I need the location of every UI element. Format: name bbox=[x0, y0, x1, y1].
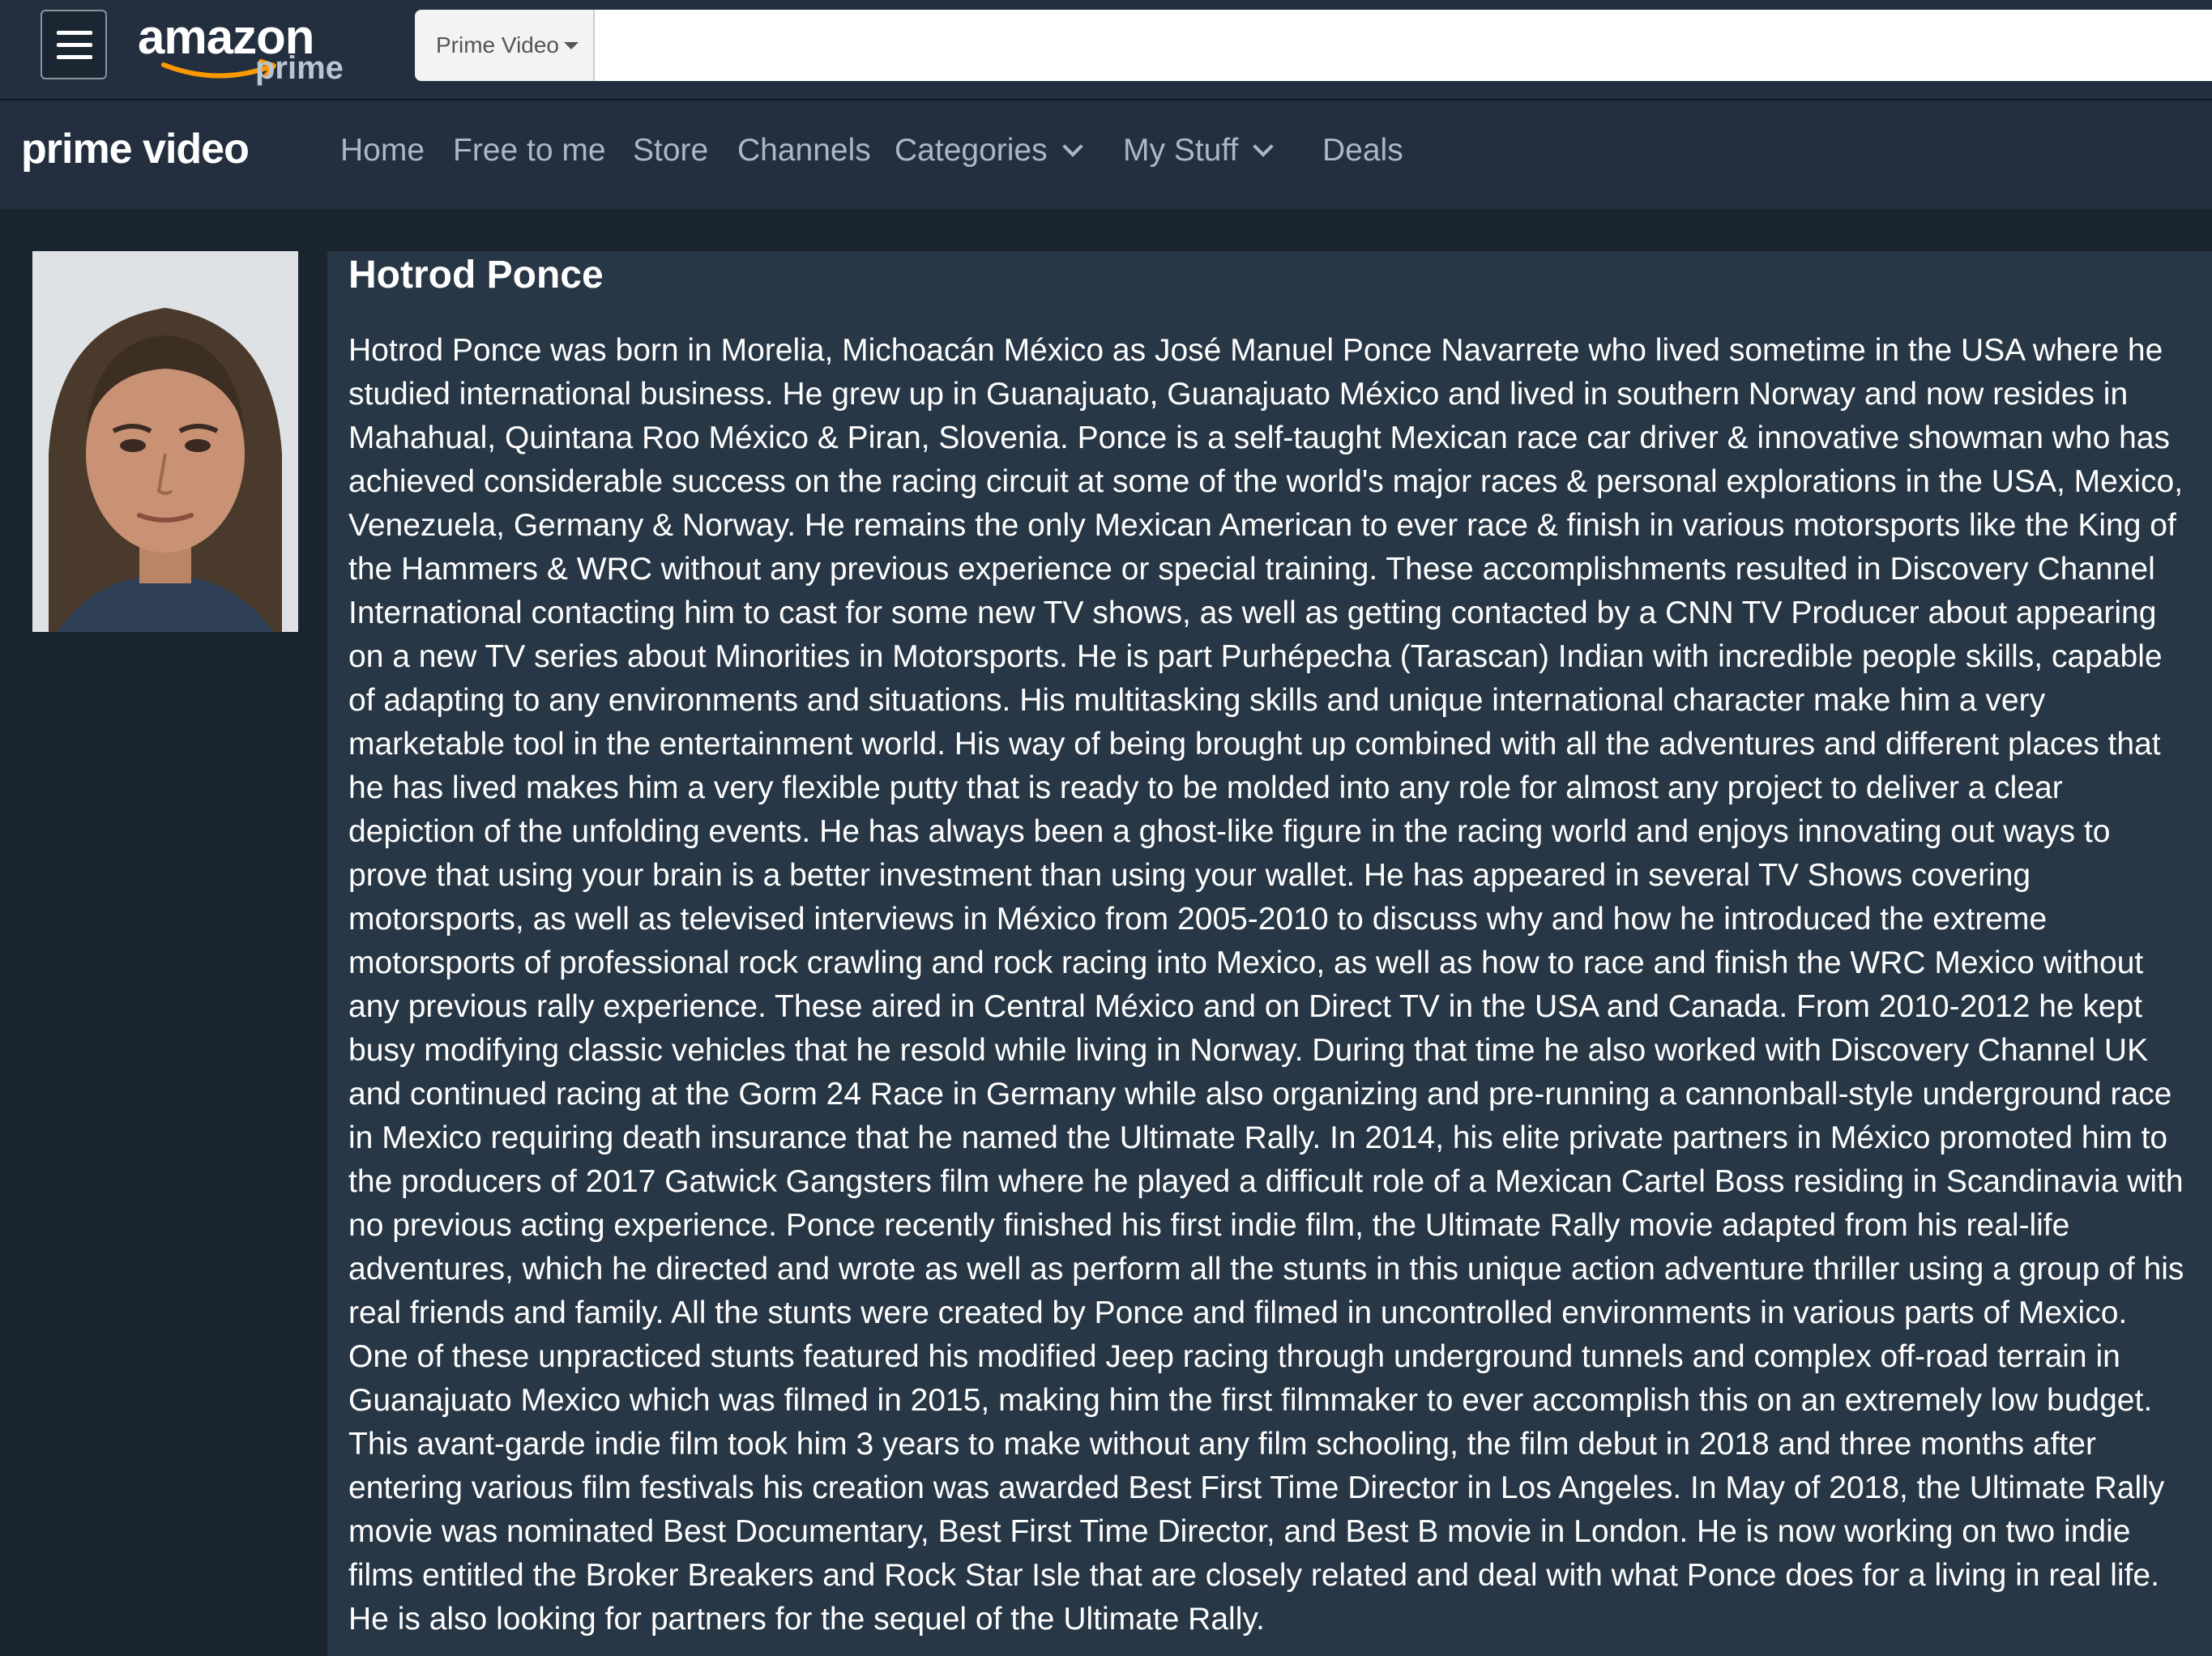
nav-free-to-me[interactable]: Free to me bbox=[453, 133, 606, 169]
prime-video-brand[interactable]: prime video bbox=[21, 125, 250, 173]
search-department-label: Prime Video bbox=[436, 32, 560, 58]
nav-channels-label: Channels bbox=[737, 133, 871, 168]
nav-channels[interactable]: Channels bbox=[737, 133, 871, 169]
nav-store-label: Store bbox=[633, 133, 709, 168]
chevron-down-icon bbox=[1253, 136, 1275, 157]
nav-home[interactable]: Home bbox=[340, 133, 425, 169]
nav-categories[interactable]: Categories bbox=[895, 133, 1083, 169]
nav-store[interactable]: Store bbox=[633, 133, 708, 169]
nav-my-stuff-label: My Stuff bbox=[1123, 133, 1239, 168]
search-department-select[interactable]: Prime Video bbox=[415, 10, 595, 81]
nav-deals[interactable]: Deals bbox=[1322, 133, 1403, 169]
profile-photo bbox=[32, 251, 298, 632]
nav-categories-label: Categories bbox=[895, 133, 1048, 168]
profile-name: Hotrod Ponce bbox=[348, 254, 604, 297]
nav-free-to-me-label: Free to me bbox=[453, 133, 606, 168]
page-content: Hotrod Ponce Hotrod Ponce was born in Mo… bbox=[0, 209, 2212, 1656]
amazon-prime-logo[interactable]: amazon prime bbox=[138, 8, 348, 89]
caret-down-icon bbox=[564, 42, 579, 49]
chevron-down-icon bbox=[1061, 136, 1083, 157]
search-input[interactable] bbox=[595, 10, 2212, 81]
logo-prime-text: prime bbox=[255, 50, 344, 86]
top-header: amazon prime Prime Video bbox=[0, 0, 2212, 100]
nav-home-label: Home bbox=[340, 133, 425, 168]
person-portrait-image bbox=[32, 251, 298, 632]
menu-hamburger-icon[interactable] bbox=[41, 10, 107, 79]
profile-bio: Hotrod Ponce was born in Morelia, Michoa… bbox=[348, 333, 2184, 1637]
nav-my-stuff[interactable]: My Stuff bbox=[1123, 133, 1275, 169]
bio-panel: Hotrod Ponce Hotrod Ponce was born in Mo… bbox=[327, 251, 2212, 1656]
prime-video-nav: prime video Home Free to me Store Channe… bbox=[0, 100, 2212, 209]
nav-deals-label: Deals bbox=[1322, 133, 1403, 168]
